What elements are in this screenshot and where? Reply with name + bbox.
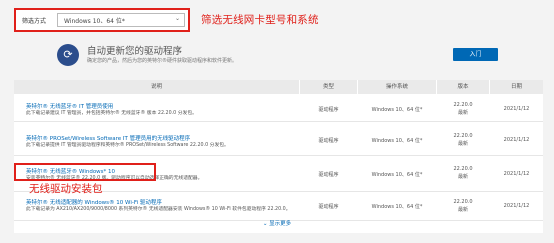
annotation-filter-note: 筛选无线网卡型号和系统 <box>201 14 319 26</box>
table-row: 英特尔® 无线蓝牙® IT 管理员使用 此下载记录建议 IT 管理员，并包括英特… <box>14 95 543 122</box>
filter-highlight-box: 筛选方式 Windows 10、64 位* ⌄ <box>14 8 190 32</box>
driver-type: 驱动程序 <box>318 138 339 144</box>
driver-type: 驱动程序 <box>318 204 339 210</box>
get-started-button[interactable]: 入门 <box>453 48 498 61</box>
column-header-date: 日期 <box>490 80 543 94</box>
driver-date: 2021/1/12 <box>503 106 530 112</box>
driver-os: Windows 10、64 位* <box>371 204 423 210</box>
table-row: 英特尔® PROSet/Wireless Software IT 管理员用的无线… <box>14 122 543 156</box>
auto-update-banner: ⟳ 自动更新您的驱动程序 确定您的产品，然后为您的英特尔®硬件获取驱动程序和软件… <box>0 40 554 70</box>
column-header-os: 操作系统 <box>358 80 436 94</box>
banner-title: 自动更新您的驱动程序 <box>87 46 183 57</box>
driver-date: 2021/1/12 <box>503 171 530 177</box>
chevron-down-icon: ⌄ <box>174 15 180 22</box>
driver-os: Windows 10、64 位* <box>371 107 423 113</box>
driver-version: 22.20.0 <box>453 133 473 139</box>
filter-label: 筛选方式 <box>22 18 47 25</box>
driver-description: 此下载记录建议 IT 管理员，并包括英特尔® 无线蓝牙® 版本 22.20.0 … <box>26 111 197 116</box>
driver-date: 2021/1/12 <box>503 137 530 143</box>
driver-description: 此下载记录为 AX210/AX200/9000/8000 系列英特尔® 无线适配… <box>26 207 291 212</box>
driver-os: Windows 10、64 位* <box>371 172 423 178</box>
driver-version-note: 最新 <box>457 110 468 116</box>
driver-version: 22.20.0 <box>453 102 473 108</box>
column-header-description: 说明 <box>14 80 299 94</box>
driver-os: Windows 10、64 位* <box>371 138 423 144</box>
os-filter-select[interactable]: Windows 10、64 位* ⌄ <box>57 13 185 27</box>
driver-version: 22.20.0 <box>453 166 473 172</box>
driver-version-note: 最新 <box>457 141 468 147</box>
column-header-version: 版本 <box>437 80 489 94</box>
column-header-type: 类型 <box>300 80 357 94</box>
show-more-link[interactable]: ⌄ 显示更多 <box>0 219 554 227</box>
driver-version-note: 最新 <box>457 207 468 213</box>
driver-version: 22.20.0 <box>453 199 473 205</box>
annotation-highlight-box <box>14 163 156 181</box>
table-row: 英特尔® 无线适配器的 Windows® 10 Wi-Fi 驱动程序 此下载记录… <box>14 192 543 221</box>
driver-type: 驱动程序 <box>318 107 339 113</box>
driver-description: 此下载记录提供 IT 管理员驱动程序和英特尔® PROSet/Wireless … <box>26 143 229 148</box>
banner-description: 确定您的产品，然后为您的英特尔®硬件获取驱动程序和软件更新。 <box>87 58 238 64</box>
driver-table: 说明 类型 操作系统 版本 日期 英特尔® 无线蓝牙® IT 管理员使用 此下载… <box>14 80 543 233</box>
os-filter-value: Windows 10、64 位* <box>64 18 125 25</box>
filter-bar: 筛选方式 Windows 10、64 位* ⌄ 筛选无线网卡型号和系统 <box>0 0 554 40</box>
refresh-icon: ⟳ <box>57 44 79 66</box>
driver-version-note: 最新 <box>457 174 468 180</box>
driver-date: 2021/1/12 <box>503 203 530 209</box>
driver-type: 驱动程序 <box>318 172 339 178</box>
annotation-package-note: 无线驱动安装包 <box>29 183 103 195</box>
